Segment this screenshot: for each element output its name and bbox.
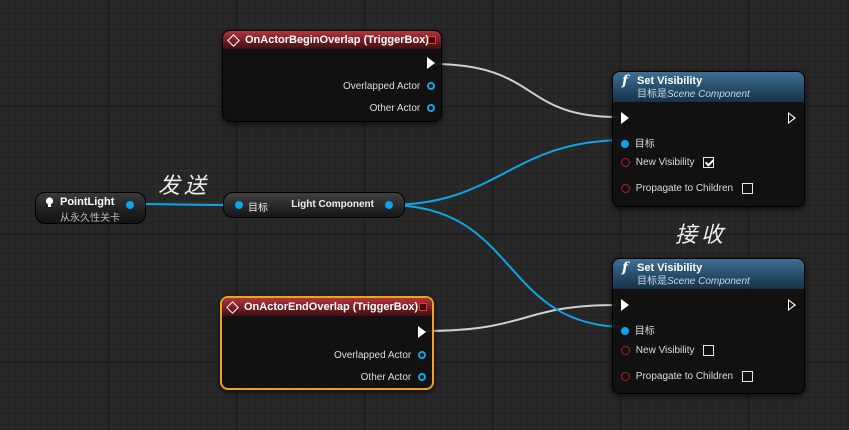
pin-label: 目标 <box>634 326 655 337</box>
pin-label: Other Actor <box>369 103 421 114</box>
end-overlap-header[interactable]: OnActorEndOverlap (TriggerBox) <box>222 298 432 316</box>
pin-label: Overlapped Actor <box>333 350 412 361</box>
begin-overlap-title: OnActorBeginOverlap (TriggerBox) <box>245 34 429 46</box>
end-overlapped-actor-pin[interactable]: Overlapped Actor <box>334 350 426 361</box>
set-visibility-node-bottom[interactable]: f Set Visibility 目标是Scene Component 目标 N… <box>612 258 805 394</box>
exec-wire-begin-to-top <box>431 63 618 118</box>
propagate-pin[interactable]: Propagate to Children <box>621 371 753 382</box>
end-exec-out-pin[interactable] <box>418 326 426 338</box>
object-pin-icon <box>621 140 629 149</box>
receive-annotation: 接收 <box>675 223 728 248</box>
set-visibility-node-top[interactable]: f Set Visibility 目标是Scene Component 目标 N… <box>612 71 805 207</box>
event-diamond-icon <box>227 34 240 47</box>
begin-exec-out-pin[interactable] <box>427 57 435 69</box>
begin-overlap-header[interactable]: OnActorBeginOverlap (TriggerBox) <box>223 31 441 49</box>
exec-out-icon <box>427 57 435 69</box>
begin-overlap-event-node[interactable]: OnActorBeginOverlap (TriggerBox) Overlap… <box>222 30 442 122</box>
propagate-checkbox[interactable] <box>741 183 753 194</box>
bool-pin-icon <box>621 372 630 381</box>
propagate-checkbox[interactable] <box>741 371 753 382</box>
object-pin-icon[interactable] <box>385 201 393 209</box>
target-class-caption: 目标是Scene Component <box>637 89 750 100</box>
end-overlap-event-node[interactable]: OnActorEndOverlap (TriggerBox) Overlappe… <box>220 296 434 390</box>
exec-in-pin[interactable] <box>621 112 629 124</box>
pin-label: 目标 <box>634 139 655 150</box>
object-pin-icon <box>621 327 629 336</box>
exec-in-icon <box>621 299 629 311</box>
exec-out-hollow-icon <box>788 112 796 124</box>
bool-pin-icon <box>621 158 630 167</box>
propagate-pin[interactable]: Propagate to Children <box>621 183 753 194</box>
exec-in-pin[interactable] <box>621 299 629 311</box>
bool-pin-icon <box>621 184 630 193</box>
end-overlap-title: OnActorEndOverlap (TriggerBox) <box>244 301 419 313</box>
object-pin-icon <box>418 373 426 382</box>
target-pin[interactable]: 目标 <box>621 135 655 150</box>
pin-label: Propagate to Children <box>635 371 734 383</box>
pin-label: New Visibility <box>635 345 695 357</box>
point-light-reference-node[interactable]: PointLight 从永久性关卡 <box>35 192 146 224</box>
send-annotation: 发送 <box>158 174 211 199</box>
point-light-title: PointLight <box>60 196 115 208</box>
begin-overlapped-actor-pin[interactable]: Overlapped Actor <box>343 81 435 92</box>
new-visibility-pin[interactable]: New Visibility <box>621 345 715 357</box>
object-wire-getter-to-top-target <box>387 139 627 206</box>
set-visibility-title: Set Visibility <box>637 75 703 87</box>
exec-out-hollow-icon <box>788 299 796 311</box>
object-pin-icon <box>427 82 435 91</box>
object-pin-icon[interactable] <box>126 201 134 209</box>
light-component-getter-node[interactable]: 目标 Light Component <box>223 192 405 218</box>
new-visibility-checkbox[interactable] <box>703 345 715 356</box>
pin-label: Overlapped Actor <box>342 81 421 92</box>
exec-wire-end-to-bottom <box>424 304 618 332</box>
target-class-caption: 目标是Scene Component <box>637 276 750 287</box>
light-bulb-icon <box>45 197 54 207</box>
function-icon: f <box>622 73 629 89</box>
set-visibility-header[interactable]: f Set Visibility 目标是Scene Component <box>613 72 804 102</box>
end-other-actor-pin[interactable]: Other Actor <box>361 372 426 383</box>
object-pin-icon <box>427 104 435 113</box>
exec-out-icon <box>418 326 426 338</box>
exec-out-pin[interactable] <box>788 299 796 311</box>
delegate-pin-icon[interactable] <box>428 36 436 44</box>
function-icon: f <box>622 260 629 276</box>
object-pin-icon[interactable] <box>235 201 243 209</box>
new-visibility-pin[interactable]: New Visibility <box>621 157 715 169</box>
set-visibility-title: Set Visibility <box>637 262 703 274</box>
begin-other-actor-pin[interactable]: Other Actor <box>370 103 435 114</box>
point-light-subtitle: 从永久性关卡 <box>60 213 120 224</box>
new-visibility-checkbox[interactable] <box>703 157 715 168</box>
pin-label: Propagate to Children <box>635 183 734 195</box>
exec-out-pin[interactable] <box>788 112 796 124</box>
pin-label: Other Actor <box>360 372 412 383</box>
set-visibility-header[interactable]: f Set Visibility 目标是Scene Component <box>613 259 804 289</box>
pin-label: New Visibility <box>635 157 695 169</box>
getter-target-label: 目标 <box>248 203 268 214</box>
exec-in-icon <box>621 112 629 124</box>
target-pin[interactable]: 目标 <box>621 322 655 337</box>
event-diamond-icon <box>226 301 239 314</box>
delegate-pin-icon[interactable] <box>419 303 427 311</box>
getter-output-label: Light Component <box>291 199 374 210</box>
bool-pin-icon <box>621 346 630 355</box>
object-pin-icon <box>418 351 426 360</box>
